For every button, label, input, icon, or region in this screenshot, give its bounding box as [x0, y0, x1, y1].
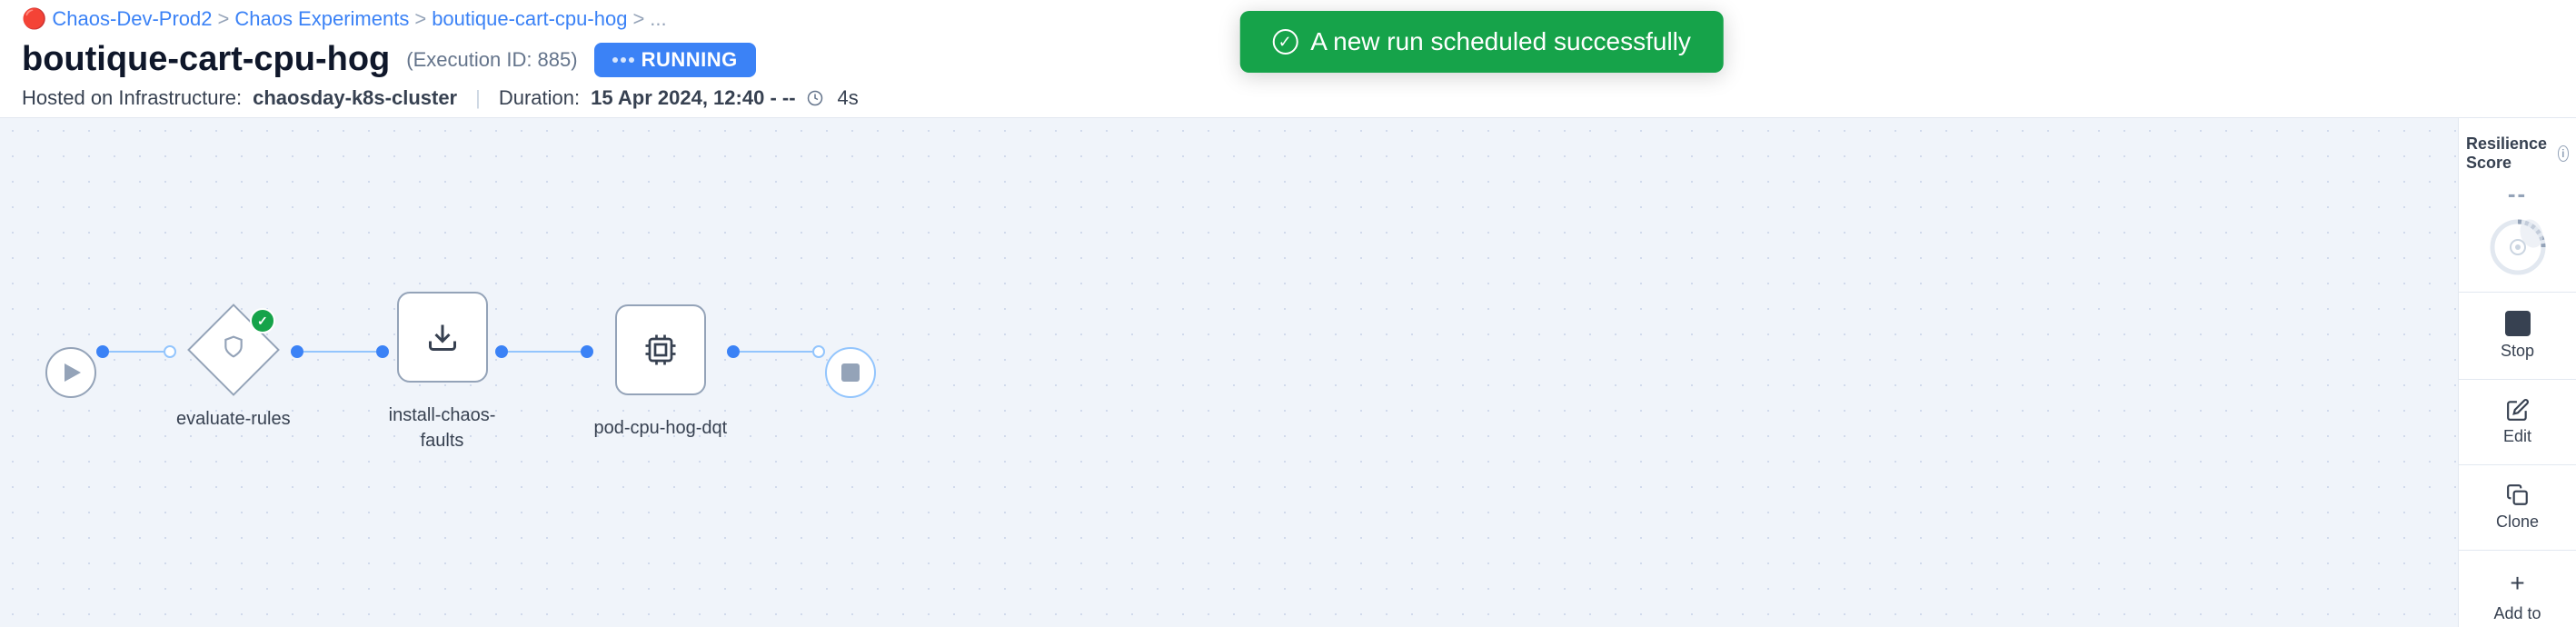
connector-dot-3a — [495, 345, 508, 358]
hosted-label: Hosted on Infrastructure: — [22, 86, 242, 110]
evaluate-rules-container: ✓ evaluate-rules — [176, 314, 291, 432]
stop-icon — [2505, 311, 2531, 336]
start-node-container — [45, 347, 96, 398]
dot-3 — [629, 57, 634, 63]
meta-row: Hosted on Infrastructure: chaosday-k8s-c… — [22, 86, 2554, 110]
connector-dot-4a — [727, 345, 740, 358]
connector-1 — [96, 345, 176, 358]
resilience-score-header: Resilience Score i — [2466, 134, 2569, 173]
stop-label: Stop — [2501, 342, 2534, 361]
connector-dot-2a — [291, 345, 303, 358]
breadcrumb-item-org[interactable]: Chaos-Dev-Prod2 — [52, 7, 212, 31]
pod-cpu-hog-node[interactable] — [615, 304, 706, 395]
breadcrumb-sep-1: > — [217, 7, 229, 31]
add-chaos-hub-label: Add toChaosHub — [2479, 603, 2556, 627]
connector-line-2a — [303, 351, 376, 353]
success-toast: ✓ A new run scheduled successfully — [1239, 11, 1724, 73]
infrastructure-value: chaosday-k8s-cluster — [253, 86, 457, 110]
pod-cpu-hog-container: pod-cpu-hog-dqt — [593, 304, 727, 441]
install-chaos-faults-container: install-chaos-faults — [389, 292, 496, 453]
dot-2 — [621, 57, 626, 63]
breadcrumb-item-experiments[interactable]: Chaos Experiments — [234, 7, 409, 31]
toast-message: A new run scheduled successfully — [1310, 27, 1691, 56]
right-sidebar: Resilience Score i -- — [2458, 118, 2576, 627]
resilience-score-value: -- — [2508, 180, 2527, 208]
edit-icon — [2506, 398, 2530, 422]
clone-action[interactable]: Clone — [2459, 465, 2576, 551]
connector-line-1a — [109, 351, 164, 353]
install-chaos-faults-label: install-chaos-faults — [389, 403, 496, 453]
toast-check-icon: ✓ — [1272, 29, 1298, 55]
dot-1 — [612, 57, 618, 63]
stop-action[interactable]: Stop — [2459, 293, 2576, 380]
connector-dot-1a — [96, 345, 109, 358]
meta-separator: | — [475, 86, 481, 110]
install-chaos-faults-node[interactable] — [397, 292, 488, 383]
end-node-container — [825, 347, 876, 398]
workflow-canvas[interactable]: ✓ evaluate-rules install- — [0, 118, 2458, 627]
brand-icon: 🔴 — [22, 7, 46, 31]
breadcrumb-sep-3: > — [632, 7, 644, 31]
completed-badge: ✓ — [250, 308, 275, 333]
duration-value: 15 Apr 2024, 12:40 - -- — [591, 86, 795, 110]
resilience-chart — [2486, 215, 2550, 279]
connector-line-4a — [740, 351, 812, 353]
page-title: boutique-cart-cpu-hog — [22, 40, 390, 79]
breadcrumb-item-more: ... — [650, 7, 666, 31]
download-icon — [426, 321, 459, 353]
clone-label: Clone — [2496, 513, 2539, 532]
execution-id: (Execution ID: 885) — [406, 48, 577, 72]
info-icon[interactable]: i — [2558, 145, 2570, 162]
connector-dot-1b — [164, 345, 176, 358]
connector-dot-4b — [812, 345, 825, 358]
connector-4 — [727, 345, 825, 358]
resilience-score-panel: Resilience Score i -- — [2459, 118, 2576, 293]
add-chaos-hub-action[interactable]: + Add toChaosHub — [2470, 551, 2565, 627]
evaluate-rules-node[interactable]: ✓ — [197, 314, 270, 386]
breadcrumb-sep-2: > — [414, 7, 426, 31]
play-icon — [65, 363, 81, 382]
edit-action[interactable]: Edit — [2459, 380, 2576, 465]
elapsed-value: 4s — [838, 86, 859, 110]
status-badge: RUNNING — [594, 43, 756, 77]
connector-2 — [291, 345, 389, 358]
pod-cpu-hog-label: pod-cpu-hog-dqt — [593, 415, 727, 441]
status-label: RUNNING — [642, 48, 738, 72]
connector-dot-2b — [376, 345, 389, 358]
workflow: ✓ evaluate-rules install- — [45, 292, 876, 453]
top-bar: ✓ A new run scheduled successfully 🔴 Cha… — [0, 0, 2576, 118]
shield-icon — [222, 335, 245, 365]
edit-label: Edit — [2503, 427, 2531, 446]
breadcrumb-item-experiment[interactable]: boutique-cart-cpu-hog — [432, 7, 627, 31]
clock-icon — [807, 90, 823, 106]
resilience-score-title: Resilience Score — [2466, 134, 2552, 173]
start-node[interactable] — [45, 347, 96, 398]
duration-label: Duration: — [499, 86, 580, 110]
connector-3 — [495, 345, 593, 358]
main-area: ✓ evaluate-rules install- — [0, 118, 2576, 627]
evaluate-rules-label: evaluate-rules — [176, 406, 291, 432]
connector-dot-3b — [581, 345, 593, 358]
clone-icon — [2506, 483, 2530, 507]
end-square-icon — [841, 363, 860, 382]
cpu-icon — [644, 333, 677, 366]
running-dots — [612, 57, 634, 63]
end-node[interactable] — [825, 347, 876, 398]
plus-icon: + — [2510, 569, 2524, 598]
connector-line-3a — [508, 351, 581, 353]
